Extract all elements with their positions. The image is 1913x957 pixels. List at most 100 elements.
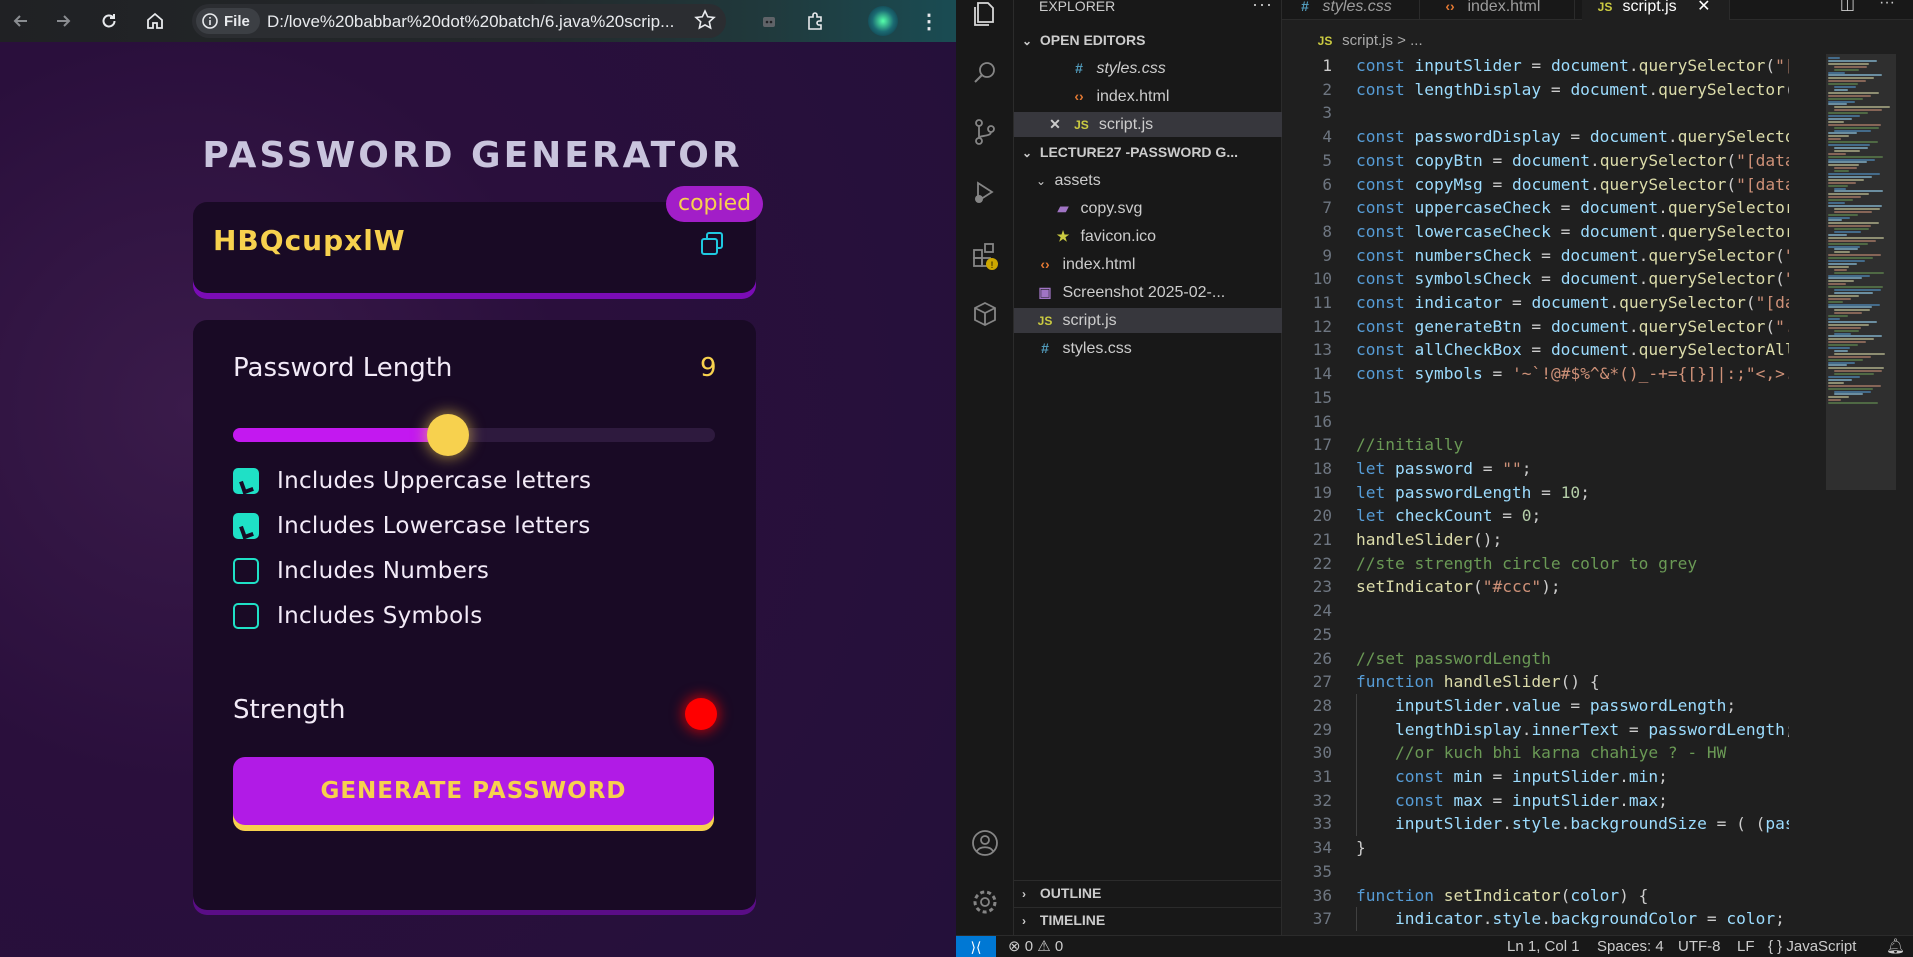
uppercase-checkbox[interactable] bbox=[233, 468, 259, 494]
code-token: ; bbox=[1775, 909, 1785, 929]
tree-item[interactable]: # styles.css bbox=[1014, 336, 1282, 361]
minimap-line bbox=[1828, 361, 1855, 364]
project-header[interactable]: ⌄ LECTURE27 -PASSWORD G... bbox=[1014, 140, 1282, 165]
url-text[interactable]: D:/love%20babbar%20dot%20batch/6.java%20… bbox=[267, 12, 687, 32]
option-symbols[interactable]: Includes Symbols bbox=[233, 601, 482, 631]
eol-status[interactable]: LF bbox=[1737, 936, 1755, 957]
tree-item-folder[interactable]: ⌄ assets bbox=[1014, 168, 1282, 193]
tree-item[interactable]: JS script.js bbox=[1014, 308, 1282, 333]
code-token: . bbox=[1609, 293, 1620, 312]
code-token: querySelector bbox=[1638, 316, 1766, 336]
option-uppercase[interactable]: Includes Uppercase letters bbox=[233, 466, 591, 496]
bell-icon[interactable]: 🔔︎ bbox=[1886, 936, 1905, 957]
code-token: 10 bbox=[1560, 482, 1581, 502]
timeline-section[interactable]: › TIMELINE bbox=[1014, 907, 1282, 932]
more-actions-icon[interactable]: ··· bbox=[1879, 0, 1895, 12]
css-file-icon: # bbox=[1041, 340, 1049, 356]
open-editor-item[interactable]: # styles.css bbox=[1014, 56, 1282, 81]
close-icon[interactable]: ✕ bbox=[1046, 112, 1064, 137]
code-line: let passwordLength = 10; bbox=[1356, 481, 1590, 505]
generate-password-button[interactable]: GENERATE PASSWORD bbox=[233, 757, 714, 825]
minimap-line bbox=[1828, 376, 1860, 378]
search-activity[interactable] bbox=[965, 53, 1005, 93]
problems-status[interactable]: ⊗ 0 ⚠ 0 bbox=[1008, 936, 1063, 957]
open-editors-header[interactable]: ⌄ OPEN EDITORS bbox=[1014, 28, 1282, 53]
code-token: . bbox=[1619, 790, 1629, 810]
code-token: = bbox=[1472, 458, 1503, 478]
breadcrumb[interactable]: JS script.js > ... bbox=[1282, 30, 1913, 52]
split-editor-icon[interactable]: ◫ bbox=[1840, 0, 1855, 14]
code-editor[interactable]: const inputSlider = document.querySelect… bbox=[1356, 54, 1789, 935]
code-token: const bbox=[1394, 790, 1454, 810]
minimap-line bbox=[1828, 323, 1869, 326]
tree-item[interactable]: ‹› index.html bbox=[1014, 252, 1282, 277]
bookmark-star-icon[interactable] bbox=[694, 9, 716, 31]
package-activity[interactable] bbox=[965, 294, 1005, 334]
search-icon bbox=[974, 62, 995, 83]
open-editor-item[interactable]: ✕ JS script.js bbox=[1014, 112, 1282, 137]
code-token: indicator bbox=[1394, 909, 1483, 929]
lowercase-checkbox[interactable] bbox=[233, 513, 259, 539]
open-editor-item[interactable]: ‹› index.html bbox=[1014, 84, 1282, 109]
browser-menu-icon[interactable]: ⋮ bbox=[914, 6, 944, 36]
numbers-checkbox[interactable] bbox=[233, 558, 259, 584]
code-token: const bbox=[1356, 269, 1415, 289]
minimap-line bbox=[1828, 274, 1870, 277]
profile-avatar[interactable] bbox=[868, 6, 898, 36]
tree-item[interactable]: ▣ Screenshot 2025-02-... bbox=[1014, 280, 1282, 305]
settings-activity[interactable] bbox=[965, 882, 1005, 922]
explorer-activity[interactable] bbox=[965, 0, 1005, 34]
option-numbers[interactable]: Includes Numbers bbox=[233, 556, 489, 586]
tree-item-label: favicon.ico bbox=[1080, 228, 1157, 245]
cursor-position[interactable]: Ln 1, Col 1 bbox=[1507, 936, 1580, 957]
code-token: const bbox=[1356, 245, 1415, 265]
extensions-button[interactable] bbox=[800, 6, 830, 36]
symbols-checkbox[interactable] bbox=[233, 603, 259, 629]
outline-section[interactable]: › OUTLINE bbox=[1014, 880, 1282, 905]
remote-indicator[interactable]: ⟩⟨ bbox=[956, 936, 996, 957]
code-token: . bbox=[1502, 695, 1512, 715]
code-token: function bbox=[1356, 672, 1444, 692]
code-token: inputSlider bbox=[1394, 695, 1503, 715]
slider-thumb[interactable] bbox=[427, 414, 470, 456]
option-lowercase[interactable]: Includes Lowercase letters bbox=[233, 511, 591, 541]
code-token: 0 bbox=[1521, 506, 1532, 526]
tab-index-html[interactable]: ‹› index.html bbox=[1427, 0, 1575, 20]
minimap-line bbox=[1828, 222, 1879, 225]
tree-item[interactable]: ★ favicon.ico bbox=[1014, 224, 1282, 249]
back-button[interactable] bbox=[6, 6, 36, 36]
indentation-status[interactable]: Spaces: 4 bbox=[1597, 936, 1664, 957]
minimap-line bbox=[1828, 117, 1852, 120]
reload-button[interactable] bbox=[94, 6, 124, 36]
code-token: = bbox=[1541, 79, 1571, 99]
tab-styles-css[interactable]: # styles.css bbox=[1282, 0, 1420, 20]
address-bar[interactable]: File D:/love%20babbar%20dot%20batch/6.ja… bbox=[192, 4, 726, 38]
minimap[interactable] bbox=[1826, 54, 1896, 935]
code-token: = bbox=[1560, 127, 1590, 147]
extension-button[interactable] bbox=[754, 6, 784, 36]
code-token: ; bbox=[1658, 790, 1668, 810]
forward-button[interactable] bbox=[48, 6, 78, 36]
language-status[interactable]: { } JavaScript bbox=[1768, 936, 1856, 957]
source-control-activity[interactable] bbox=[965, 112, 1005, 152]
outline-label: OUTLINE bbox=[1039, 885, 1102, 901]
line-number: 31 bbox=[1312, 767, 1332, 786]
length-slider[interactable] bbox=[233, 414, 715, 456]
copy-button[interactable] bbox=[697, 230, 727, 260]
home-button[interactable] bbox=[140, 6, 170, 36]
editor-scrollbar[interactable] bbox=[1899, 54, 1913, 935]
encoding-status[interactable]: UTF-8 bbox=[1678, 936, 1721, 957]
extensions-activity[interactable]: ! bbox=[965, 235, 1005, 275]
more-actions-icon[interactable]: ··· bbox=[1252, 0, 1273, 15]
close-icon[interactable]: ✕ bbox=[1697, 0, 1710, 15]
code-token: "[data-indica bbox=[1755, 293, 1789, 312]
chevron-down-icon: ⌄ bbox=[1022, 34, 1033, 48]
run-debug-activity[interactable] bbox=[965, 172, 1005, 212]
tab-script-js[interactable]: JS script.js ✕ bbox=[1582, 0, 1730, 20]
minimap-line bbox=[1828, 193, 1869, 196]
tree-item[interactable]: ▰ copy.svg bbox=[1014, 196, 1282, 221]
site-info-chip[interactable]: File bbox=[196, 8, 260, 34]
code-token: handleSlider bbox=[1356, 530, 1473, 549]
css-file-icon: # bbox=[1075, 60, 1083, 76]
accounts-activity[interactable] bbox=[965, 823, 1005, 863]
